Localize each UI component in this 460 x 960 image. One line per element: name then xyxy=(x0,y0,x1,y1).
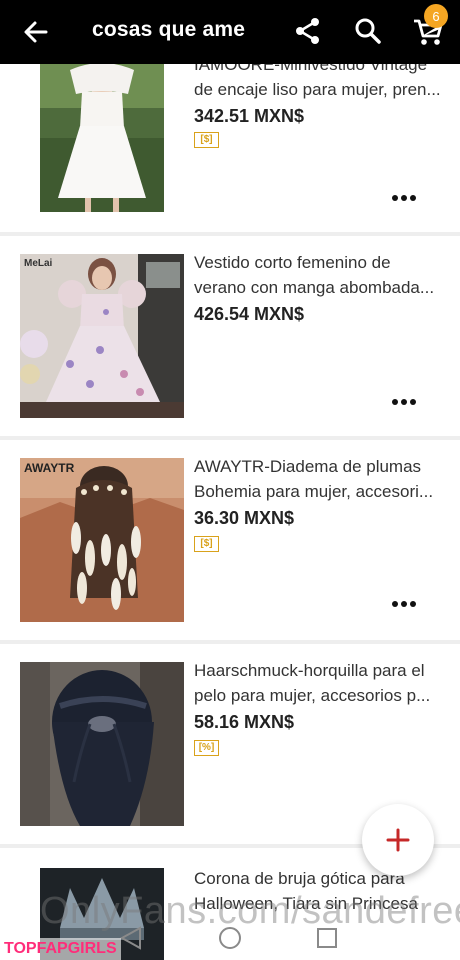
app-header: cosas que ame 6 xyxy=(0,0,460,64)
product-price: 58.16 MXN$ xyxy=(194,712,295,732)
cart-count-badge: 6 xyxy=(424,4,448,28)
product-image[interactable]: MeLai xyxy=(20,254,184,418)
back-arrow-icon[interactable] xyxy=(22,18,50,46)
page-title: cosas que ame xyxy=(92,18,246,41)
discount-badge: [%] xyxy=(194,740,219,756)
more-options-icon[interactable] xyxy=(392,194,416,202)
image-watermark-label: MeLai xyxy=(24,258,53,269)
product-image[interactable] xyxy=(40,64,164,212)
product-image[interactable]: AWAYTR xyxy=(20,458,184,622)
more-options-icon[interactable] xyxy=(392,398,416,406)
plus-icon xyxy=(386,828,410,852)
product-name[interactable]: Haarschmuck-horquilla para el pelo para … xyxy=(194,658,450,708)
list-item[interactable]: AWAYTR AWAYTR-Diadema de plumas Bohemia … xyxy=(0,440,460,640)
product-price: 36.30 MXN$ xyxy=(194,508,295,528)
coin-badge: [$] xyxy=(194,132,219,148)
list-item[interactable]: MeLai Vestido corto femenino de verano c… xyxy=(0,236,460,436)
more-options-icon[interactable] xyxy=(392,600,416,608)
search-icon[interactable] xyxy=(354,16,382,46)
coin-badge: [$] xyxy=(194,536,219,552)
list-item[interactable]: IAMOORE-Minivestido Vintage de encaje li… xyxy=(0,64,460,234)
floral-dress-photo-icon: MeLai xyxy=(20,254,184,418)
hair-clip-photo-icon xyxy=(20,662,184,826)
add-button[interactable] xyxy=(362,804,434,876)
brand-watermark: TOPFAPGIRLS xyxy=(0,938,121,960)
white-lace-dress-photo-icon xyxy=(40,64,164,212)
product-image[interactable] xyxy=(20,662,184,826)
product-name[interactable]: AWAYTR-Diadema de plumas Bohemia para mu… xyxy=(194,454,450,504)
image-watermark-label: AWAYTR xyxy=(24,461,75,475)
product-name[interactable]: IAMOORE-Minivestido Vintage de encaje li… xyxy=(194,64,450,102)
product-price: 342.51 MXN$ xyxy=(194,106,305,126)
feather-headband-photo-icon: AWAYTR xyxy=(20,458,184,622)
product-name[interactable]: Vestido corto femenino de verano con man… xyxy=(194,250,450,300)
share-icon[interactable] xyxy=(294,16,322,46)
product-price: 426.54 MXN$ xyxy=(194,304,305,324)
watermark-text: OnlyFans.com/sandefree xyxy=(40,890,460,932)
